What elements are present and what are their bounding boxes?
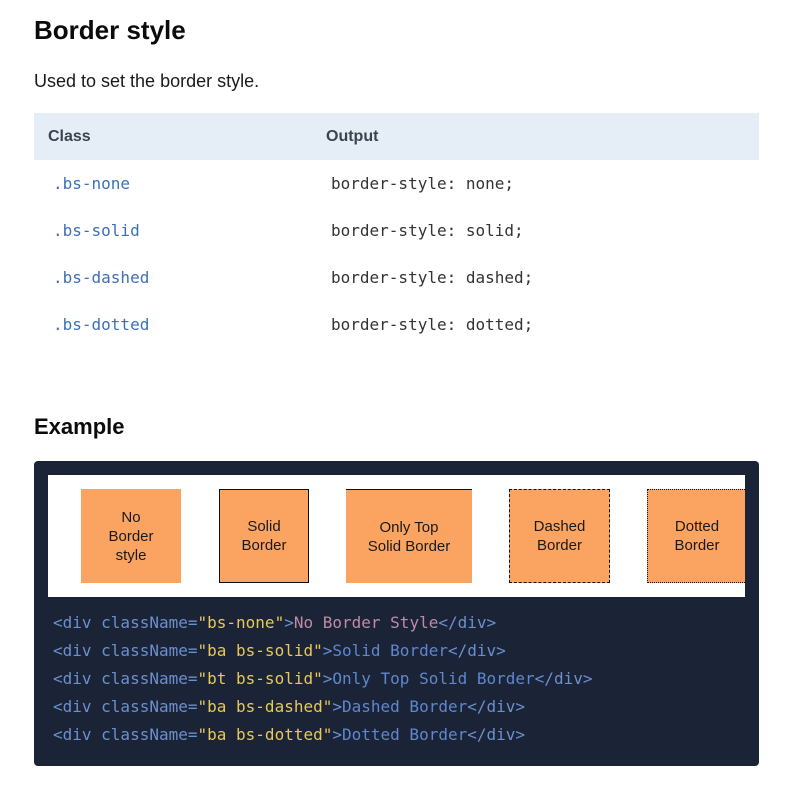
code-tag: > bbox=[332, 697, 342, 716]
no-border-demo-box: No Border style bbox=[81, 489, 181, 583]
code-text: No Border Style bbox=[293, 613, 439, 632]
output-cell: border-style: solid; bbox=[331, 221, 524, 240]
table-row: .bs-dashed border-style: dashed; bbox=[34, 254, 759, 301]
code-tag: > bbox=[284, 613, 294, 632]
dotted-border-demo-box: Dotted Border bbox=[647, 489, 745, 583]
example-preview: No Border style Solid Border Only Top So… bbox=[48, 475, 745, 597]
code-tag: </div> bbox=[534, 669, 593, 688]
column-header-output: Output bbox=[326, 113, 759, 160]
table-row: .bs-dotted border-style: dotted; bbox=[34, 301, 759, 348]
code-string: "ba bs-dotted" bbox=[197, 725, 333, 744]
dashed-border-demo-box: Dashed Border bbox=[509, 489, 610, 583]
output-cell: border-style: dashed; bbox=[331, 268, 534, 287]
code-line: <div className="ba bs-dashed">Dashed Bor… bbox=[53, 693, 592, 721]
table-row: .bs-none border-style: none; bbox=[34, 160, 759, 207]
demo-box-label-line: Border bbox=[241, 537, 287, 554]
code-tag: <div className= bbox=[53, 725, 198, 744]
class-table-container: Class Output .bs-none border-style: none… bbox=[34, 113, 759, 348]
code-tag: <div className= bbox=[53, 697, 198, 716]
demo-box-label-line: Dotted bbox=[674, 518, 720, 535]
code-string: "ba bs-solid" bbox=[197, 641, 323, 660]
code-line: <div className="ba bs-solid">Solid Borde… bbox=[53, 637, 592, 665]
output-cell: border-style: dotted; bbox=[331, 315, 534, 334]
code-tag: </div> bbox=[467, 725, 526, 744]
code-text: Dashed Border bbox=[342, 697, 468, 716]
demo-box-label-line: Only Top bbox=[379, 518, 439, 536]
code-text: Dotted Border bbox=[342, 725, 468, 744]
table-row: .bs-solid border-style: solid; bbox=[34, 207, 759, 254]
example-heading: Example bbox=[34, 414, 125, 439]
code-text: Only Top Solid Border bbox=[332, 669, 535, 688]
class-name-cell: .bs-none bbox=[53, 174, 131, 193]
solid-border-demo-box: Solid Border bbox=[219, 489, 309, 583]
code-tag: </div> bbox=[447, 641, 506, 660]
code-tag: </div> bbox=[467, 697, 526, 716]
demo-box-label-line: Solid Border bbox=[367, 537, 451, 555]
code-tag: > bbox=[322, 669, 333, 688]
demo-box-label-line: style bbox=[115, 546, 147, 564]
code-string: "bs-none" bbox=[197, 613, 285, 632]
code-line: <div className="bt bs-solid">Only Top So… bbox=[53, 665, 592, 693]
table-header-row: Class Output bbox=[34, 113, 759, 160]
code-tag: > bbox=[322, 641, 333, 660]
code-tag: > bbox=[332, 725, 342, 744]
class-name-cell: .bs-dotted bbox=[53, 315, 150, 334]
demo-box-label-line: Border bbox=[536, 537, 582, 554]
code-string: "bt bs-solid" bbox=[197, 669, 323, 688]
top-solid-border-demo-box: Only Top Solid Border bbox=[346, 489, 472, 583]
code-block: <div className="bs-none">No Border Style… bbox=[53, 609, 592, 749]
demo-box-label-line: Solid bbox=[247, 518, 281, 535]
demo-box-label-line: No bbox=[121, 508, 141, 526]
demo-box-label-line: Border bbox=[674, 537, 720, 554]
code-tag: <div className= bbox=[53, 641, 198, 660]
class-name-cell: .bs-solid bbox=[53, 221, 140, 240]
code-tag: <div className= bbox=[53, 613, 198, 632]
example-panel: No Border style Solid Border Only Top So… bbox=[34, 461, 759, 766]
class-name-cell: .bs-dashed bbox=[53, 268, 150, 287]
code-tag: </div> bbox=[438, 613, 497, 632]
demo-box-label-line: Dashed bbox=[533, 518, 586, 535]
column-header-class: Class bbox=[34, 113, 326, 160]
code-string: "ba bs-dashed" bbox=[197, 697, 333, 716]
class-table: Class Output .bs-none border-style: none… bbox=[34, 113, 759, 348]
docs-page: Border style Used to set the border styl… bbox=[0, 0, 791, 795]
code-line: <div className="bs-none">No Border Style… bbox=[53, 609, 592, 637]
output-cell: border-style: none; bbox=[331, 174, 515, 193]
code-line: <div className="ba bs-dotted">Dotted Bor… bbox=[53, 721, 592, 749]
page-title: Border style bbox=[34, 15, 186, 45]
section-description: Used to set the border style. bbox=[34, 71, 260, 91]
code-tag: <div className= bbox=[53, 669, 198, 688]
code-text: Solid Border bbox=[332, 641, 448, 660]
demo-box-label-line: Border bbox=[108, 527, 154, 545]
